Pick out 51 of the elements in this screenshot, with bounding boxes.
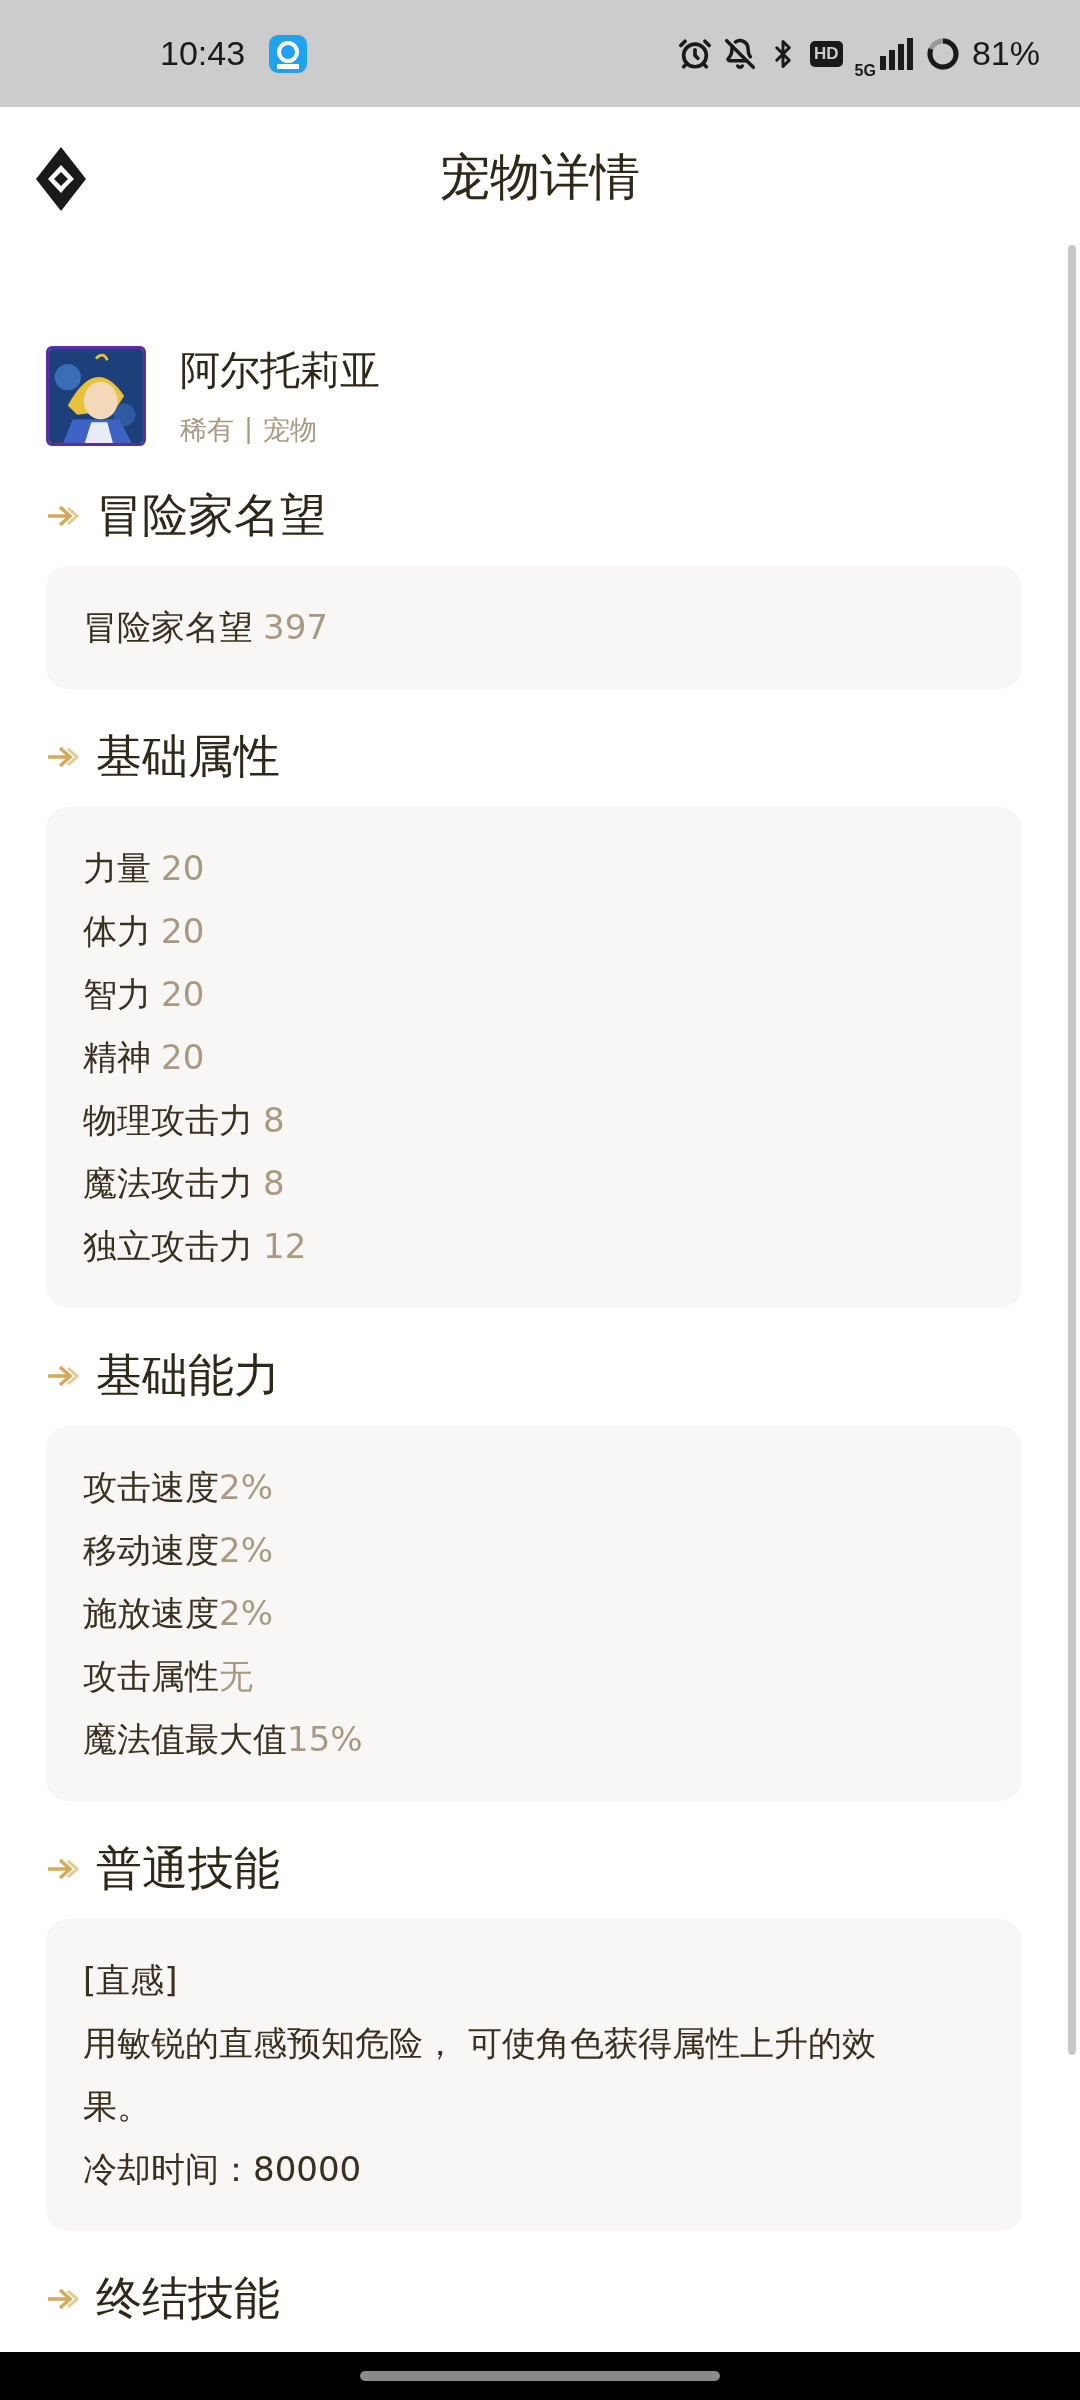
stat-label: 魔法值最大值 [83, 1718, 287, 1761]
stat-label: 攻击属性 [83, 1655, 219, 1698]
alarm-icon [678, 36, 713, 71]
stat-value: 12 [262, 1225, 307, 1268]
stat-value: 无 [219, 1655, 253, 1698]
stat-label: 智力 [83, 973, 151, 1016]
battery-icon [925, 36, 960, 71]
signal-icon [879, 37, 914, 70]
stat-label: 精神 [83, 1036, 151, 1079]
home-handle[interactable] [360, 2371, 720, 2381]
stat-label: 移动速度 [83, 1529, 219, 1572]
skill-name: [直感] [83, 1959, 179, 2002]
stat-value: 15% [287, 1718, 363, 1761]
bell-off-icon [724, 37, 757, 70]
stat-value: 20 [160, 847, 205, 890]
logo-icon[interactable] [36, 147, 86, 211]
section-title: 基础属性 [96, 728, 280, 785]
stat-value: 20 [160, 1036, 205, 1079]
section-title: 普通技能 [96, 1840, 280, 1897]
stat-label: 力量 [83, 847, 151, 890]
network-type: 5G [854, 61, 876, 80]
section-title: 冒险家名望 [96, 487, 326, 544]
stat-label: 施放速度 [83, 1592, 219, 1635]
pet-category: 宠物 [263, 413, 318, 447]
stat-label: 独立攻击力 [83, 1225, 253, 1268]
stat-label: 冒险家名望 [83, 606, 253, 649]
stat-label: 魔法攻击力 [83, 1162, 253, 1205]
app-icon [269, 34, 308, 73]
stat-value: 8 [262, 1162, 285, 1205]
stat-value: 20 [160, 910, 205, 953]
stat-value: 20 [160, 973, 205, 1016]
stat-label: 攻击速度 [83, 1466, 219, 1509]
section-title: 基础能力 [96, 1347, 280, 1404]
meta-separator: | [244, 412, 254, 446]
hd-badge: HD [810, 40, 843, 67]
page-title: 宠物详情 [440, 146, 640, 208]
stat-value: 397 [262, 606, 328, 649]
stat-value: 2% [219, 1466, 273, 1509]
stat-value: 2% [219, 1592, 273, 1635]
stat-value: 8 [262, 1099, 285, 1142]
stat-label: 物理攻击力 [83, 1099, 253, 1142]
scrollbar[interactable] [1068, 245, 1076, 2055]
battery-level: 81% [971, 34, 1040, 73]
status-time: 10:43 [160, 34, 246, 73]
pet-name: 阿尔托莉亚 [180, 346, 380, 395]
skill-cooldown: 冷却时间：80000 [83, 2148, 363, 2191]
stat-label: 体力 [83, 910, 151, 953]
section-title: 终结技能 [96, 2270, 280, 2327]
pet-rarity: 稀有 [180, 413, 234, 447]
skill-description: 用敏锐的直感预知危险， 可使角色获得属性上升的效果。 [83, 2022, 877, 2128]
stat-value: 2% [219, 1529, 273, 1572]
